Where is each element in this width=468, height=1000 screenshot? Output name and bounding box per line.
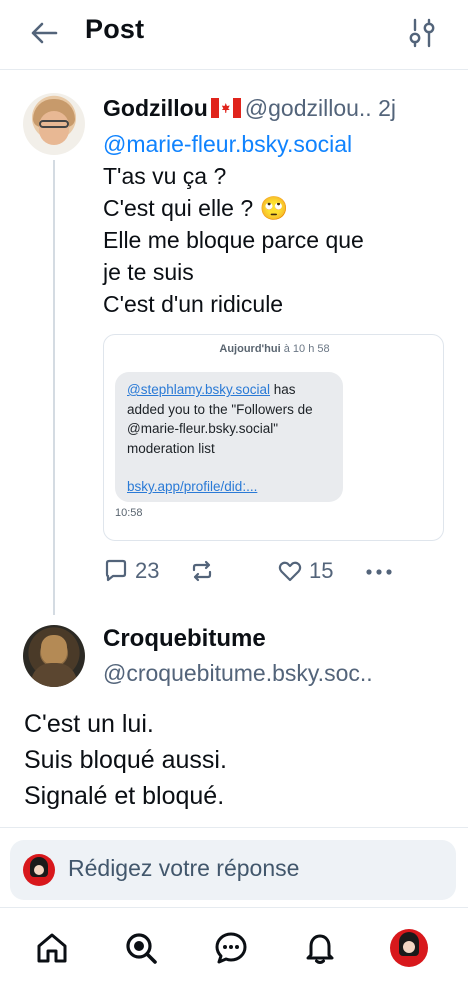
nav-notifications[interactable] xyxy=(300,928,340,968)
sliders-icon xyxy=(409,18,435,48)
bottom-nav xyxy=(0,907,468,1000)
comment-icon xyxy=(105,559,127,582)
reply-count: 23 xyxy=(135,558,160,583)
chat-icon xyxy=(215,932,247,964)
mention-link[interactable]: @marie-fleur.bsky.social xyxy=(103,128,448,160)
reply-input[interactable]: Rédigez votre réponse xyxy=(10,840,456,900)
post-line: C'est d'un ridicule xyxy=(103,291,284,317)
embed-date: Aujourd'hui à 10 h 58 xyxy=(104,343,443,355)
home-icon xyxy=(37,933,67,963)
avatar[interactable] xyxy=(23,93,85,155)
embed-date-day: Aujourd'hui xyxy=(219,343,281,355)
more-horizontal-icon xyxy=(366,569,392,575)
thread-connector xyxy=(53,160,55,615)
arrow-left-icon xyxy=(31,22,58,44)
message-time: 10:58 xyxy=(115,507,143,519)
canada-flag-icon xyxy=(210,98,241,118)
divider xyxy=(0,827,468,828)
post-text: C'est un lui. Suis bloqué aussi. Signalé… xyxy=(24,706,227,814)
reply-placeholder: Rédigez votre réponse xyxy=(68,855,300,881)
bell-icon xyxy=(306,934,334,964)
bubble-handle-link: @stephlamy.bsky.social xyxy=(127,382,271,397)
post-actions: 23 15 xyxy=(103,558,448,590)
author-handle[interactable]: @godzillou.. xyxy=(245,95,372,121)
post-time: 2j xyxy=(378,95,396,121)
post-text: @marie-fleur.bsky.social T'as vu ça ? C'… xyxy=(103,128,448,320)
embedded-image[interactable]: Aujourd'hui à 10 h 58 @stephlamy.bsky.so… xyxy=(103,334,444,541)
avatar xyxy=(23,854,55,886)
thread-options-button[interactable] xyxy=(406,16,438,50)
repost-icon xyxy=(192,560,212,582)
post-line: Elle me bloque parce que xyxy=(103,227,364,253)
post-line: je te suis xyxy=(103,259,194,285)
nav-home[interactable] xyxy=(32,928,72,968)
repost-button[interactable] xyxy=(189,558,215,584)
reply-button[interactable]: 23 xyxy=(103,558,159,584)
post-line: C'est qui elle ? 🙄 xyxy=(103,195,289,221)
like-count: 15 xyxy=(309,558,334,583)
avatar[interactable] xyxy=(23,625,85,687)
avatar xyxy=(390,929,428,967)
embed-date-time: à 10 h 58 xyxy=(280,343,330,355)
heart-icon xyxy=(278,561,302,582)
author-name[interactable]: Croquebitume xyxy=(103,623,266,655)
page-title: Post xyxy=(85,14,145,44)
post-line: Suis bloqué aussi. xyxy=(24,746,227,774)
message-bubble: @stephlamy.bsky.social has added you to … xyxy=(115,372,343,502)
author-name[interactable]: Godzillou xyxy=(103,95,208,121)
post-header: Godzillou @godzillou.. 2j xyxy=(103,92,453,124)
back-button[interactable] xyxy=(26,18,62,48)
nav-chat[interactable] xyxy=(211,928,251,968)
post-line: Signalé et bloqué. xyxy=(24,782,225,810)
nav-profile[interactable] xyxy=(389,928,429,968)
bubble-url: bsky.app/profile/did:... xyxy=(127,479,258,494)
search-icon xyxy=(126,933,157,964)
post-line: T'as vu ça ? xyxy=(103,163,227,189)
more-options-button[interactable] xyxy=(365,562,393,582)
author-handle[interactable]: @croquebitume.bsky.soc.. xyxy=(103,657,373,689)
top-bar: Post xyxy=(0,0,468,70)
nav-search[interactable] xyxy=(121,928,161,968)
like-button[interactable]: 15 xyxy=(277,558,333,584)
post-line: C'est un lui. xyxy=(24,710,154,738)
